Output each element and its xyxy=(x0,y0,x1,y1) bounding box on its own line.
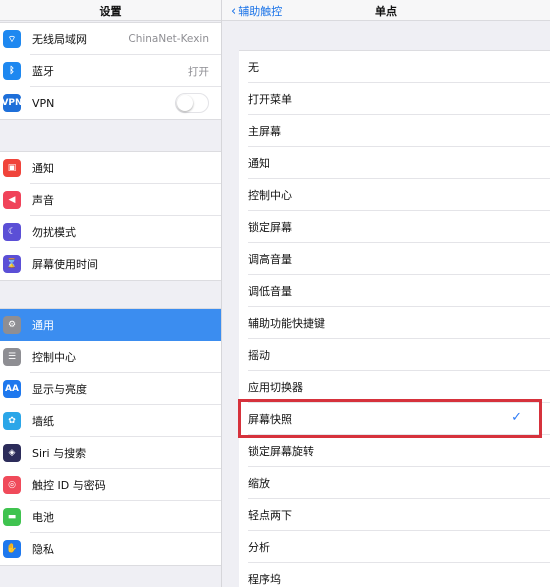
action-option-label: 主屏幕 xyxy=(248,125,281,138)
sidebar-item[interactable]: ☾ 勿扰模式 xyxy=(0,216,221,248)
detail-nav-bar: ‹ 辅助触控 单点 xyxy=(222,0,550,21)
gear-icon: ⚙ xyxy=(3,316,21,334)
display-brightness-icon: AA xyxy=(3,380,21,398)
action-option-label: 轻点两下 xyxy=(248,509,292,522)
sidebar-item[interactable]: ᛒ 蓝牙 打开 xyxy=(0,55,221,87)
sidebar-item[interactable]: ⚙ 通用 xyxy=(0,309,221,341)
sidebar-item-label: 屏幕使用时间 xyxy=(32,258,98,271)
action-option-label: 应用切换器 xyxy=(248,381,303,394)
sidebar-item-label: 显示与亮度 xyxy=(32,383,87,396)
sidebar-item-label: 通用 xyxy=(32,319,54,332)
action-option[interactable]: 调高音量 xyxy=(239,243,550,275)
sidebar-item-label: 蓝牙 xyxy=(32,65,54,78)
siri-icon: ◈ xyxy=(3,444,21,462)
wifi-icon: ⌔ xyxy=(3,30,21,48)
sidebar-item-value: ChinaNet-Kexin xyxy=(128,33,209,45)
touch-id-icon: ◎ xyxy=(3,476,21,494)
action-option[interactable]: 主屏幕 xyxy=(239,115,550,147)
sidebar-group-general: ⚙ 通用 ☰ 控制中心 AA 显示与亮度 ✿ 墙纸 ◈ Siri 与搜索 ◎ 触控 ID 与密码 ▬ 电池… xyxy=(0,308,221,566)
sidebar-item-value: 打开 xyxy=(188,65,209,78)
sidebar-item-label: 隐私 xyxy=(32,543,54,556)
vpn-icon: VPN xyxy=(1,94,23,112)
sidebar-group-notifications: ▣ 通知 ◀ 声音 ☾ 勿扰模式 ⌛ 屏幕使用时间 xyxy=(0,151,221,281)
sounds-icon: ◀ xyxy=(3,191,21,209)
sidebar-item-label: 触控 ID 与密码 xyxy=(32,479,106,492)
action-option[interactable]: 缩放 xyxy=(239,467,550,499)
action-option[interactable]: 应用切换器 xyxy=(239,371,550,403)
sidebar-item-label: 通知 xyxy=(32,162,54,175)
sidebar-item-label: 电池 xyxy=(32,511,54,524)
sidebar-item-label: VPN xyxy=(32,96,55,110)
action-option-label: 摇动 xyxy=(248,349,270,362)
wallpaper-icon: ✿ xyxy=(3,412,21,430)
privacy-icon: ✋ xyxy=(3,540,21,558)
toggle-knob xyxy=(177,95,193,111)
action-option-label: 辅助功能快捷键 xyxy=(248,317,325,330)
screen-time-icon: ⌛ xyxy=(3,255,21,273)
action-option-label: 锁定屏幕旋转 xyxy=(248,445,314,458)
action-option[interactable]: 调低音量 xyxy=(239,275,550,307)
sidebar-item-label: 墙纸 xyxy=(32,415,54,428)
control-center-icon: ☰ xyxy=(3,348,21,366)
vpn-toggle[interactable] xyxy=(175,93,209,113)
action-option[interactable]: 辅助功能快捷键 xyxy=(239,307,550,339)
sidebar-item-label: 勿扰模式 xyxy=(32,226,76,239)
sidebar-item[interactable]: ◀ 声音 xyxy=(0,184,221,216)
action-option-label: 锁定屏幕 xyxy=(248,221,292,234)
sidebar-item[interactable]: ▬ 电池 xyxy=(0,501,221,533)
sidebar-group-connectivity: ⌔ 无线局域网 ChinaNet-Kexin ᛒ 蓝牙 打开 VPN VPN xyxy=(0,22,221,120)
sidebar-item-label: Siri 与搜索 xyxy=(32,447,87,460)
action-option-label: 屏幕快照 xyxy=(248,413,292,426)
sidebar-item[interactable]: ◈ Siri 与搜索 xyxy=(0,437,221,469)
action-option-label: 调低音量 xyxy=(248,285,292,298)
do-not-disturb-icon: ☾ xyxy=(3,223,21,241)
action-option[interactable]: 屏幕快照 ✓ xyxy=(239,403,550,435)
single-tap-panel: ‹ 辅助触控 单点 无打开菜单主屏幕通知控制中心锁定屏幕调高音量调低音量辅助功能… xyxy=(222,0,550,587)
sidebar-item[interactable]: AA 显示与亮度 xyxy=(0,373,221,405)
sidebar-item[interactable]: ◎ 触控 ID 与密码 xyxy=(0,469,221,501)
action-option[interactable]: 打开菜单 xyxy=(239,83,550,115)
action-option[interactable]: 无 xyxy=(239,51,550,83)
sidebar-item[interactable]: ✿ 墙纸 xyxy=(0,405,221,437)
sidebar-item-label: 控制中心 xyxy=(32,351,76,364)
action-option[interactable]: 锁定屏幕旋转 xyxy=(239,435,550,467)
action-option-label: 分析 xyxy=(248,541,270,554)
sidebar-item-label: 无线局域网 xyxy=(32,33,87,46)
action-option[interactable]: 程序坞 xyxy=(239,563,550,587)
action-option-label: 通知 xyxy=(248,157,270,170)
sidebar-item[interactable]: ⌛ 屏幕使用时间 xyxy=(0,248,221,280)
action-option[interactable]: 锁定屏幕 xyxy=(239,211,550,243)
sidebar-item-label: 声音 xyxy=(32,194,54,207)
action-option[interactable]: 通知 xyxy=(239,147,550,179)
checkmark-icon: ✓ xyxy=(511,410,522,425)
action-option-label: 控制中心 xyxy=(248,189,292,202)
battery-icon: ▬ xyxy=(3,508,21,526)
action-option[interactable]: 分析 xyxy=(239,531,550,563)
sidebar-title: 设置 xyxy=(99,5,122,18)
single-tap-options-list: 无打开菜单主屏幕通知控制中心锁定屏幕调高音量调低音量辅助功能快捷键 摇动应用切换器… xyxy=(239,50,550,587)
detail-title: 单点 xyxy=(375,5,397,18)
sidebar-item[interactable]: ✋ 隐私 xyxy=(0,533,221,565)
action-option-label: 无 xyxy=(248,61,259,74)
sidebar-item[interactable]: ▣ 通知 xyxy=(0,152,221,184)
action-option[interactable]: 控制中心 xyxy=(239,179,550,211)
sidebar-item[interactable]: ☰ 控制中心 xyxy=(0,341,221,373)
action-option-label: 调高音量 xyxy=(248,253,292,266)
sidebar-item[interactable]: ⌔ 无线局域网 ChinaNet-Kexin xyxy=(0,23,221,55)
action-option[interactable]: 摇动 xyxy=(239,339,550,371)
action-option[interactable]: 轻点两下 xyxy=(239,499,550,531)
action-option-label: 程序坞 xyxy=(248,573,281,586)
sidebar-item[interactable]: VPN VPN xyxy=(0,87,221,119)
bluetooth-icon: ᛒ xyxy=(3,62,21,80)
settings-sidebar: 设置 ⌔ 无线局域网 ChinaNet-Kexin ᛒ 蓝牙 打开 VPN VPN ▣ 通知 ◀ 声… xyxy=(0,0,222,587)
action-option-label: 缩放 xyxy=(248,477,270,490)
notifications-icon: ▣ xyxy=(3,159,21,177)
action-option-label: 打开菜单 xyxy=(248,93,292,106)
sidebar-nav-bar: 设置 xyxy=(0,0,221,21)
